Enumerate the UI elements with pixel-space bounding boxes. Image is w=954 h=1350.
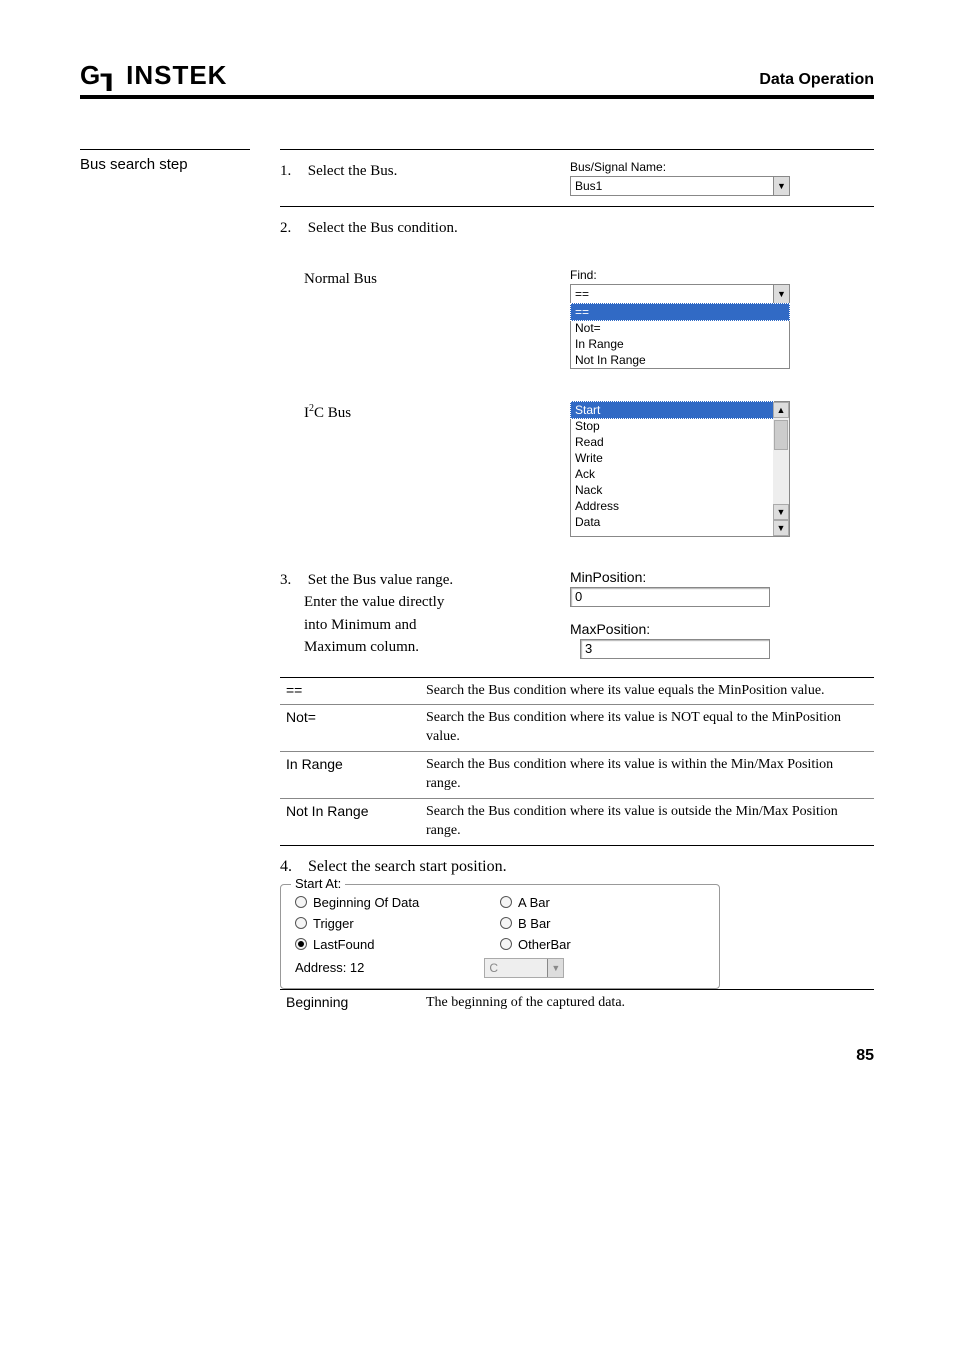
groupbox-title: Start At: [291,876,345,891]
radio-b-bar[interactable]: B Bar [500,916,705,931]
radio-label: OtherBar [518,937,571,952]
find-dropdown[interactable]: == ▼ [570,284,790,304]
step-number: 3. [280,569,304,592]
page-number: 85 [80,1047,874,1065]
step-text: Select the search start position. [308,858,507,875]
i2c-options-list[interactable]: Start Stop Read Write Ack Nack Address D… [570,401,790,537]
step-text: Select the Bus. [308,163,398,179]
step-text: Set the Bus value range. [308,572,453,588]
otherbar-value: C [485,961,547,975]
def-key: == [280,678,420,705]
find-options-list[interactable]: == Not= In Range Not In Range [570,303,790,369]
table-row: Beginning The beginning of the captured … [280,989,874,1017]
def-val: Search the Bus condition where its value… [420,752,874,798]
step-text: into Minimum and [280,614,417,637]
scroll-thumb[interactable] [774,420,788,450]
i2c-option[interactable]: Start [570,401,774,419]
i2c-option[interactable]: Stop [571,418,773,434]
brand-logo: G┒ INSTEK [80,60,227,91]
radio-icon [500,938,512,950]
page-section-title: Data Operation [759,71,874,89]
find-selected: == [571,287,773,301]
start-at-groupbox: Start At: Beginning Of Data A Bar Trigge… [280,884,720,989]
address-label: Address: 12 [295,960,364,975]
find-option[interactable]: In Range [571,336,789,352]
i2c-label-post: C Bus [314,405,351,421]
chevron-down-icon[interactable]: ▼ [773,177,789,195]
i2c-option[interactable]: Ack [571,466,773,482]
radio-beginning-of-data[interactable]: Beginning Of Data [295,895,500,910]
i2c-option[interactable]: Address [571,498,773,514]
i2c-option[interactable]: Nack [571,482,773,498]
condition-definitions-table: == Search the Bus condition where its va… [280,677,874,846]
max-position-label: MaxPosition: [570,621,874,637]
def-val: Search the Bus condition where its value… [420,678,831,705]
def-key: Beginning [280,990,420,1017]
def-val: Search the Bus condition where its value… [420,705,874,751]
scrollbar[interactable]: ▲ ▼ ▼ [773,402,789,536]
radio-icon [295,938,307,950]
radio-label: LastFound [313,937,374,952]
i2c-option[interactable]: Write [571,450,773,466]
i2c-option[interactable]: Read [571,434,773,450]
radio-icon [500,896,512,908]
radio-a-bar[interactable]: A Bar [500,895,705,910]
min-position-label: MinPosition: [570,569,874,585]
def-key: Not In Range [280,799,420,845]
radio-label: Beginning Of Data [313,895,419,910]
step-number: 1. [280,160,304,183]
find-option[interactable]: Not= [571,320,789,336]
radio-label: B Bar [518,916,551,931]
radio-otherbar[interactable]: OtherBar [500,937,705,952]
chevron-down-icon[interactable]: ▼ [773,285,789,303]
step-number: 2. [280,217,304,240]
normal-bus-label: Normal Bus [280,268,530,291]
otherbar-dropdown: C ▼ [484,958,564,978]
find-option[interactable]: Not In Range [571,352,789,368]
table-row: == Search the Bus condition where its va… [280,677,874,705]
radio-label: A Bar [518,895,550,910]
radio-lastfound[interactable]: LastFound [295,937,500,952]
scroll-down-icon[interactable]: ▼ [773,504,789,520]
def-key: In Range [280,752,420,798]
scroll-track[interactable] [773,418,789,504]
bus-name-label: Bus/Signal Name: [570,160,874,174]
find-label: Find: [570,268,874,282]
radio-trigger[interactable]: Trigger [295,916,500,931]
radio-icon [295,917,307,929]
step-text: Enter the value directly [280,591,444,614]
step-text: Maximum column. [280,636,419,659]
def-key: Not= [280,705,420,751]
table-row: Not In Range Search the Bus condition wh… [280,798,874,845]
table-row: Not= Search the Bus condition where its … [280,704,874,751]
def-val: Search the Bus condition where its value… [420,799,874,845]
table-row: In Range Search the Bus condition where … [280,751,874,798]
radio-label: Trigger [313,916,354,931]
i2c-option[interactable]: Data [571,514,773,530]
radio-icon [500,917,512,929]
radio-icon [295,896,307,908]
bus-name-dropdown[interactable]: Bus1 ▼ [570,176,790,196]
find-option[interactable]: == [570,303,790,321]
subsection-heading: Bus search step [80,149,250,1017]
min-position-input[interactable]: 0 [570,587,770,607]
def-val: The beginning of the captured data. [420,990,631,1017]
scroll-up-icon[interactable]: ▲ [773,402,789,418]
step-number: 4. [280,858,304,876]
bus-name-value: Bus1 [571,179,773,193]
max-position-input[interactable]: 3 [580,639,770,659]
step-text: Select the Bus condition. [308,220,458,236]
scroll-down-icon[interactable]: ▼ [773,520,789,536]
chevron-down-icon: ▼ [547,959,563,977]
